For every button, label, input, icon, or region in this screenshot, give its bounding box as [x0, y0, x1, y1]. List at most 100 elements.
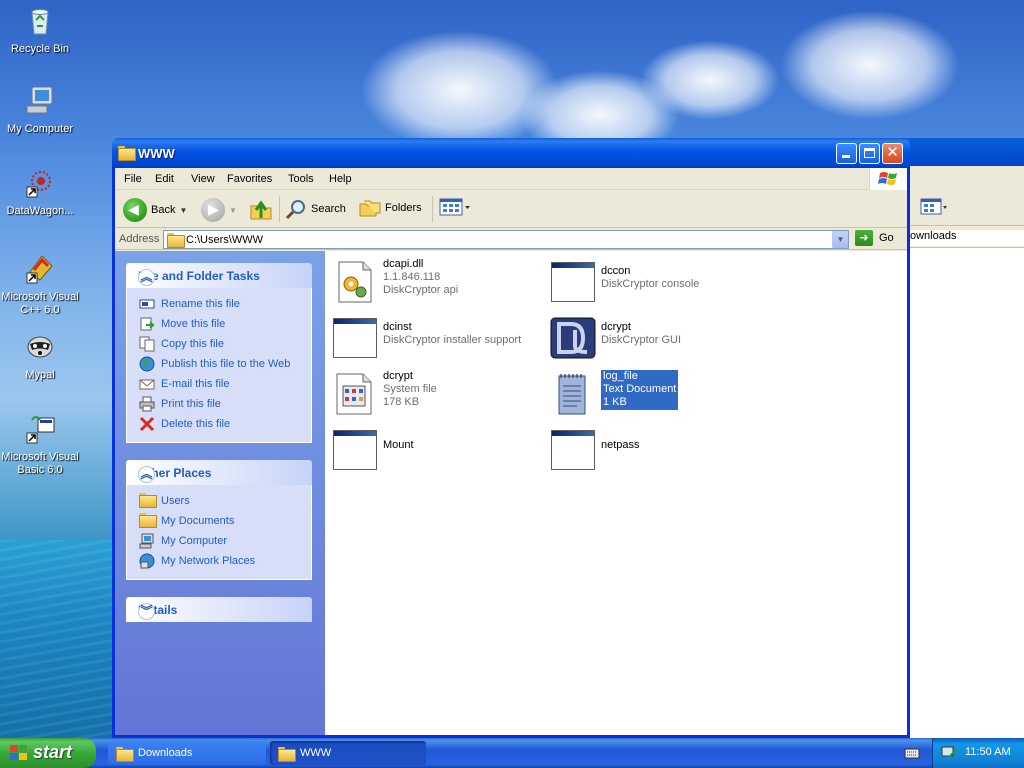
- network-tray-icon[interactable]: [941, 745, 959, 761]
- file-name: dcrypt: [601, 321, 631, 333]
- file-size: 1 KB: [603, 396, 627, 408]
- file-text: dcapi.dll 1.1.846.118 DiskCryptor api: [383, 258, 458, 297]
- file-item-dcrypt-sys[interactable]: dcrypt System file 178 KB: [331, 370, 541, 416]
- views-icon[interactable]: [920, 198, 948, 216]
- place-users[interactable]: Users: [139, 491, 311, 511]
- task-pane: File and Folder Tasks ︽ Rename this file…: [115, 251, 325, 735]
- place-my-documents[interactable]: My Documents: [139, 511, 311, 531]
- clock[interactable]: 11:50 AM: [965, 746, 1011, 758]
- address-field[interactable]: C:\Users\WWW ▼: [163, 230, 849, 249]
- file-item-netpass[interactable]: netpass: [549, 426, 759, 472]
- start-button[interactable]: start: [0, 738, 96, 768]
- my-computer-icon: [26, 86, 53, 114]
- folder-icon: [118, 146, 136, 161]
- panel-header[interactable]: Other Places ︽: [126, 460, 312, 485]
- toolbar-separator: [432, 196, 433, 222]
- desktop-icon-mypal[interactable]: Mypal: [0, 330, 80, 382]
- menu-help[interactable]: Help: [329, 173, 352, 185]
- forward-button[interactable]: ▶ ▼: [201, 198, 237, 222]
- maximize-button[interactable]: [859, 143, 880, 164]
- menu-favorites[interactable]: Favorites: [227, 173, 272, 185]
- place-my-network-places[interactable]: My Network Places: [139, 551, 311, 571]
- application-icon: [331, 428, 379, 472]
- collapse-chevron-icon[interactable]: ︽: [138, 466, 155, 483]
- collapse-chevron-icon[interactable]: ︽: [138, 269, 155, 286]
- back-button[interactable]: ◀ Back ▼: [123, 198, 187, 222]
- taskbar-task-downloads[interactable]: Downloads: [108, 741, 266, 765]
- folder-icon: [139, 493, 157, 509]
- application-icon: [331, 316, 379, 360]
- views-button[interactable]: [439, 198, 471, 216]
- rename-icon: [139, 299, 155, 309]
- address-dropdown-button[interactable]: ▼: [832, 231, 848, 248]
- back-label: Back: [151, 204, 176, 216]
- file-type: Text Document: [603, 383, 677, 395]
- expand-chevron-icon[interactable]: ︾: [138, 603, 155, 620]
- up-folder-icon: [250, 200, 272, 220]
- desktop-icon-label: DataWagon...: [6, 205, 74, 217]
- go-button[interactable]: ➜ Go: [855, 230, 894, 246]
- task-delete[interactable]: Delete this file: [139, 414, 311, 434]
- file-text: dcrypt System file 178 KB: [383, 370, 437, 409]
- window-titlebar[interactable]: WWW ✕: [112, 138, 910, 168]
- search-button[interactable]: Search: [285, 198, 346, 220]
- task-label: Downloads: [138, 747, 193, 759]
- file-text: dcinst DiskCryptor installer support: [383, 321, 521, 347]
- file-item-log-file[interactable]: log_file Text Document 1 KB: [549, 370, 759, 416]
- diskcryptor-gui-icon: [550, 317, 596, 359]
- keyboard-icon[interactable]: [904, 746, 920, 760]
- toolbar-separator: [279, 196, 280, 222]
- system-tray: 11:50 AM: [932, 738, 1024, 768]
- system-file-icon: [336, 373, 372, 415]
- file-item-dcrypt-gui[interactable]: dcrypt DiskCryptor GUI: [549, 314, 759, 360]
- place-my-computer[interactable]: My Computer: [139, 531, 311, 551]
- panel-header[interactable]: Details ︾: [126, 597, 312, 622]
- task-print[interactable]: Print this file: [139, 394, 311, 414]
- panel-body: Users My Documents My Computer My Networ…: [126, 485, 312, 580]
- chevron-down-icon[interactable]: ▼: [179, 206, 187, 215]
- task-email[interactable]: E-mail this file: [139, 374, 311, 394]
- desktop-cloud: [780, 10, 960, 120]
- visual-cpp-icon: [26, 255, 53, 284]
- panel-header[interactable]: File and Folder Tasks ︽: [126, 263, 312, 288]
- file-item-dcapi-dll[interactable]: dcapi.dll 1.1.846.118 DiskCryptor api: [331, 258, 541, 304]
- address-value[interactable]: C:\Users\WWW: [186, 234, 263, 246]
- views-icon: [439, 198, 470, 216]
- task-copy[interactable]: Copy this file: [139, 334, 311, 354]
- file-name: dcrypt: [383, 370, 413, 382]
- explorer-window[interactable]: WWW ✕ File Edit View Favorites Tools Hel…: [112, 138, 910, 738]
- folders-button[interactable]: Folders: [359, 198, 422, 218]
- menu-edit[interactable]: Edit: [155, 173, 174, 185]
- file-item-mount[interactable]: Mount: [331, 426, 541, 472]
- desktop-icon-datawagon[interactable]: DataWagon...: [0, 166, 80, 218]
- up-folder-button[interactable]: [249, 198, 273, 222]
- task-rename[interactable]: Rename this file: [139, 294, 311, 314]
- go-arrow-icon: ➜: [855, 230, 873, 246]
- menu-tools[interactable]: Tools: [288, 173, 314, 185]
- folders-icon: [359, 200, 381, 217]
- dll-file-icon: [338, 261, 372, 303]
- menu-file[interactable]: File: [124, 173, 142, 185]
- task-publish-web[interactable]: Publish this file to the Web: [139, 354, 311, 374]
- task-move[interactable]: Move this file: [139, 314, 311, 334]
- recycle-bin-icon: [31, 9, 49, 35]
- file-version: 1.1.846.118: [383, 271, 441, 283]
- desktop-cloud: [640, 40, 780, 120]
- background-window-address-text[interactable]: ownloads: [908, 230, 1024, 246]
- close-button[interactable]: ✕: [882, 143, 903, 164]
- chevron-down-icon[interactable]: ▼: [229, 206, 237, 215]
- desktop-icon-recycle-bin[interactable]: Recycle Bin: [0, 4, 80, 56]
- file-item-dcinst[interactable]: dcinst DiskCryptor installer support: [331, 314, 541, 360]
- task-label: Publish this file to the Web: [161, 358, 291, 370]
- my-documents-folder-icon: [139, 513, 157, 529]
- desktop-icon-visual-cpp[interactable]: Microsoft Visual C++ 6.0: [0, 252, 80, 317]
- file-description: DiskCryptor api: [383, 284, 459, 296]
- desktop-icon-visual-basic[interactable]: Microsoft Visual Basic 6.0: [0, 412, 80, 477]
- minimize-button[interactable]: [836, 143, 857, 164]
- file-item-dccon[interactable]: dccon DiskCryptor console: [549, 258, 759, 304]
- desktop-icon-my-computer[interactable]: My Computer: [0, 84, 80, 136]
- windows-flag-icon: [10, 745, 28, 761]
- menu-view[interactable]: View: [191, 173, 215, 185]
- menu-bar: File Edit View Favorites Tools Help: [115, 168, 907, 190]
- taskbar-task-www[interactable]: WWW: [270, 741, 426, 765]
